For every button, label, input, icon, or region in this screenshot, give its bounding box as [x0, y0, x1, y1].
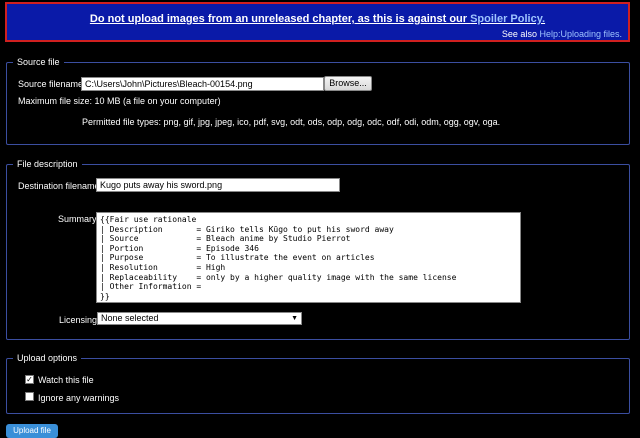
source-file-legend: Source file: [17, 57, 60, 67]
chevron-down-icon: ▼: [291, 315, 298, 322]
spoiler-policy-link[interactable]: Spoiler Policy.: [470, 13, 545, 25]
ignore-warnings-label: Ignore any warnings: [38, 393, 120, 403]
spoiler-notice-prefix: Do not upload images from an unreleased …: [89, 13, 471, 25]
licensing-select[interactable]: None selected ▼: [97, 312, 302, 325]
licensing-label: Licensing: [59, 315, 98, 325]
summary-label: Summary:: [58, 214, 100, 224]
max-file-size-text: Maximum file size: 10 MB (a file on your…: [18, 96, 221, 106]
browse-button[interactable]: Browse...: [324, 76, 372, 91]
source-filename-input[interactable]: C:\Users\John\Pictures\Bleach-00154.png: [81, 77, 324, 91]
destination-filename-label: Destination filename:: [18, 181, 103, 191]
see-also-prefix: See also: [501, 29, 540, 39]
source-filename-label: Source filename:: [18, 79, 86, 89]
spoiler-notice-text: Do not upload images from an unreleased …: [7, 13, 628, 25]
help-uploading-link[interactable]: Help:Uploading files.: [539, 29, 622, 39]
watch-file-checkbox[interactable]: ✓: [25, 375, 34, 384]
summary-textarea[interactable]: {{Fair use rationale | Description = Gir…: [96, 212, 521, 303]
see-also-text: See also Help:Uploading files.: [502, 29, 622, 39]
permitted-file-types-text: Permitted file types: png, gif, jpg, jpe…: [82, 117, 501, 127]
file-description-legend: File description: [17, 159, 78, 169]
upload-file-button[interactable]: Upload file: [6, 424, 58, 438]
upload-options-section: Upload options: [6, 353, 630, 414]
spoiler-notice: Do not upload images from an unreleased …: [5, 2, 630, 42]
ignore-warnings-checkbox[interactable]: [25, 392, 34, 401]
watch-file-label: Watch this file: [38, 375, 94, 385]
licensing-selected-value: None selected: [101, 313, 159, 323]
upload-options-legend: Upload options: [17, 353, 78, 363]
destination-filename-input[interactable]: Kugo puts away his sword.png: [96, 178, 340, 192]
